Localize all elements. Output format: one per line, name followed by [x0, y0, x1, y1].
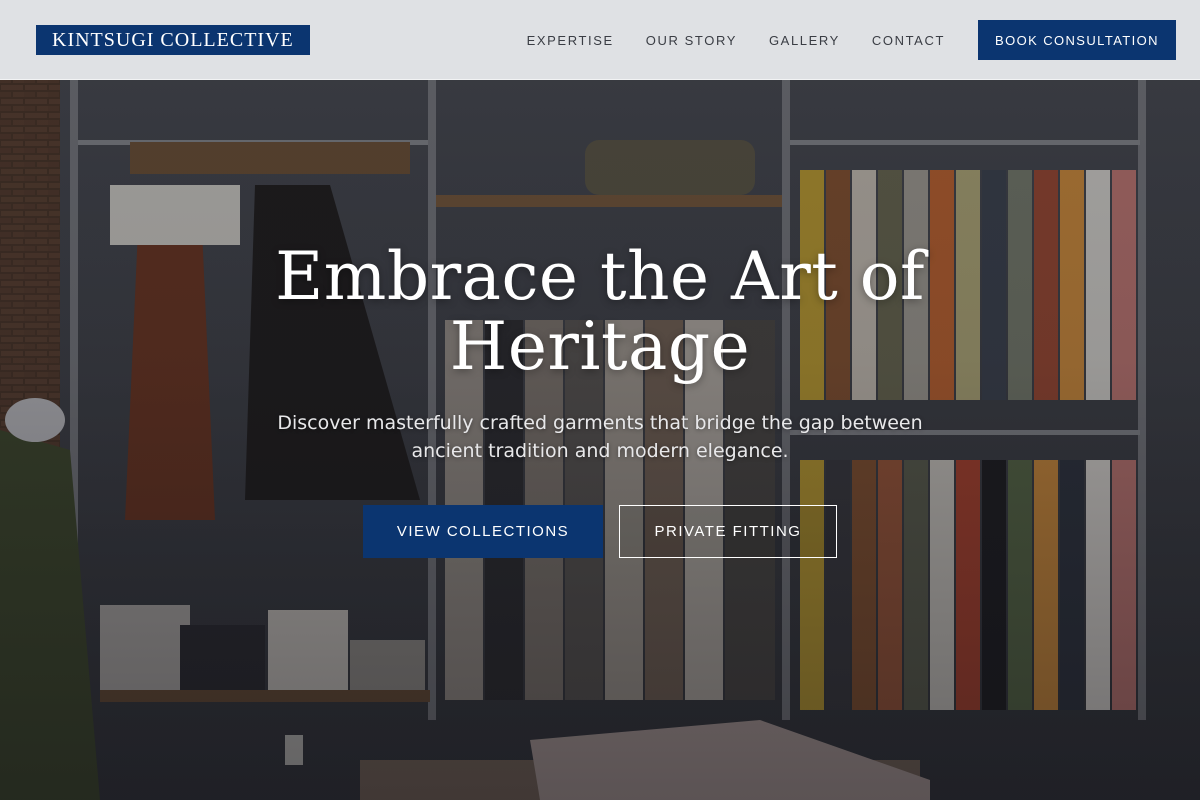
brand-logo[interactable]: KINTSUGI COLLECTIVE	[36, 25, 310, 55]
nav-link-gallery[interactable]: GALLERY	[769, 33, 840, 48]
private-fitting-button[interactable]: PRIVATE FITTING	[619, 505, 837, 558]
hero-section: Embrace the Art of Heritage Discover mas…	[0, 80, 1200, 800]
nav-link-expertise[interactable]: EXPERTISE	[527, 33, 614, 48]
nav-link-contact[interactable]: CONTACT	[872, 33, 945, 48]
site-header: KINTSUGI COLLECTIVE EXPERTISE OUR STORY …	[0, 0, 1200, 80]
book-consultation-button[interactable]: BOOK CONSULTATION	[978, 20, 1176, 60]
landing-page: KINTSUGI COLLECTIVE EXPERTISE OUR STORY …	[0, 0, 1200, 800]
hero-subtitle: Discover masterfully crafted garments th…	[277, 412, 923, 462]
main-nav: EXPERTISE OUR STORY GALLERY CONTACT	[527, 0, 945, 80]
view-collections-button[interactable]: VIEW COLLECTIONS	[363, 505, 603, 558]
hero-title: Embrace the Art of Heritage	[275, 238, 925, 385]
nav-link-our-story[interactable]: OUR STORY	[646, 33, 737, 48]
